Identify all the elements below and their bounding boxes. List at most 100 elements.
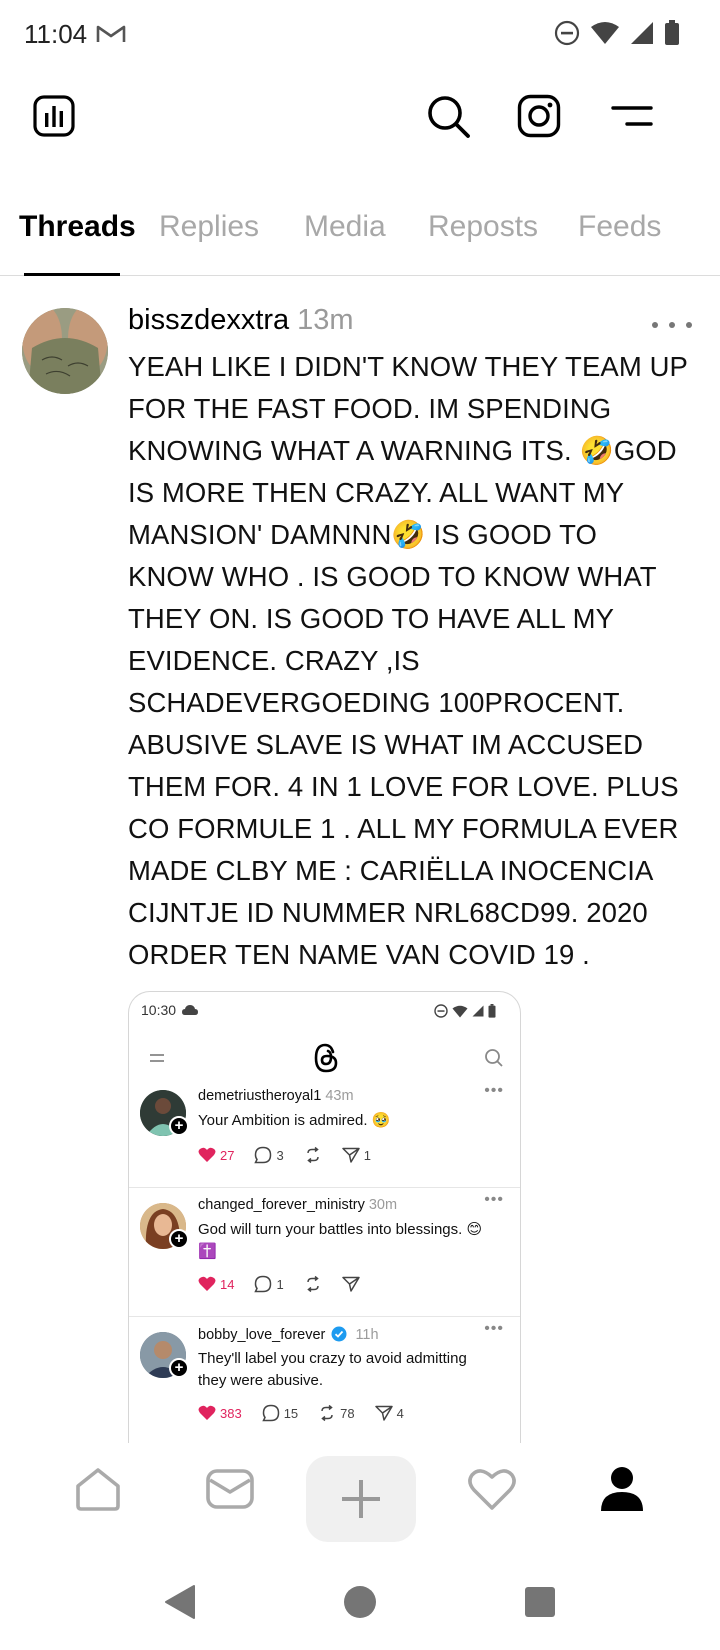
search-icon [485,1049,503,1067]
reply-icon [254,1146,272,1164]
home-circle-icon[interactable] [330,1572,390,1632]
reply-count-text: 15 [283,1405,299,1421]
tab-media[interactable]: Media [304,210,386,244]
system-navigation-bar [0,1560,720,1650]
post-timestamp: 13m [297,304,354,336]
post-header: bisszdexxtra 13m [128,304,354,344]
send-icon [374,1405,393,1421]
embedded-post-text: God will turn your battles into blessing… [198,1221,483,1260]
tab-feeds[interactable]: Feeds [578,210,661,244]
battery-icon [664,20,680,51]
do-not-disturb-icon [554,20,580,51]
post-text-line: CIJNTJE ID NUMMER NRL68CD99. 2020 [128,897,648,928]
home-icon[interactable] [58,1454,138,1524]
reply-count: 15 [261,1404,299,1422]
reply-count: 1 [254,1275,284,1293]
embedded-status-icons [434,1004,496,1018]
post-text-line: ABUSIVE SLAVE IS WHAT IM ACCUSED [128,729,644,760]
embedded-timestamp: 43m [325,1088,354,1104]
create-icon[interactable] [306,1456,416,1542]
repost-count-text: 78 [340,1405,355,1421]
post-text-line: MADE CLBY ME : CARIËLLA INOCENCIA [128,855,654,886]
post-text-line: KNOW WHO . IS GOOD TO KNOW WHAT [128,561,657,592]
heart-filled-icon [198,1147,216,1162]
verified-badge-icon [331,1326,347,1342]
reply-icon [254,1275,272,1293]
share-count-text: 4 [396,1405,404,1421]
like-count-text: 27 [220,1147,235,1163]
post-text-line: THEY ON. IS GOOD TO HAVE ALL MY [128,603,615,634]
gmail-icon [96,24,126,49]
share-count [341,1276,360,1292]
send-icon [341,1276,360,1292]
like-count: 383 [198,1405,242,1421]
instagram-icon[interactable] [511,88,567,144]
more-options-icon: ••• [484,1320,504,1337]
menu-icon [150,1054,164,1062]
follow-plus-icon: + [169,1229,189,1249]
like-count-text: 383 [220,1405,242,1421]
embedded-post-actions: 27 3 1 [198,1146,391,1164]
tab-reposts[interactable]: Reposts [428,210,538,244]
like-count-text: 14 [220,1276,235,1292]
reply-count-text: 3 [276,1147,284,1163]
cellular-signal-icon [472,1005,484,1017]
share-count-text: 1 [363,1147,371,1163]
messages-icon[interactable] [190,1454,270,1524]
share-count: 1 [341,1147,371,1163]
status-bar: 11:04 [0,0,720,70]
insights-icon[interactable] [26,88,82,144]
repost-icon [306,1275,319,1293]
embedded-username: demetriustheroyal1 43m [198,1088,354,1104]
embedded-post-text: They'll label you crazy to avoid admitti… [198,1350,467,1389]
post-text-line: ORDER TEN NAME VAN COVID 19 . [128,939,590,970]
repost-icon [306,1146,319,1164]
embedded-post-actions: 383 15 78 4 [198,1404,424,1422]
like-count: 27 [198,1147,234,1163]
embedded-status-time: 10:30 [141,1002,177,1018]
heart-filled-icon [198,1405,216,1420]
embedded-username: bobby_love_forever 11h [198,1326,379,1343]
more-options-icon: ••• [484,1191,504,1208]
tab-replies[interactable]: Replies [159,210,259,244]
post-username[interactable]: bisszdexxtra [128,304,289,337]
profile-tabs: Threads Replies Media Reposts Feeds [0,200,720,276]
wifi-icon [590,21,620,50]
heart-filled-icon [198,1276,216,1291]
status-icons [554,20,680,51]
share-count: 4 [374,1405,404,1421]
avatar[interactable] [22,308,108,394]
repost-icon [321,1404,333,1422]
more-options-icon[interactable] [652,310,692,340]
search-icon[interactable] [420,88,476,144]
recents-icon[interactable] [510,1572,570,1632]
post-text-line: EVIDENCE. CRAZY ,IS [128,645,420,676]
cellular-signal-icon [630,21,654,50]
back-icon[interactable] [150,1572,210,1632]
post-text-line: CO FORMULE 1 . ALL MY FORMULA EVER [128,813,679,844]
repost-count: 78 [318,1404,355,1422]
embedded-status-bar: 10:30 [141,1002,199,1018]
wifi-icon [452,1005,468,1017]
embedded-username-text: changed_forever_ministry [198,1197,365,1213]
embedded-timestamp: 11h [355,1327,379,1343]
battery-icon [488,1004,496,1018]
bottom-navigation [0,1444,720,1544]
embedded-timestamp: 30m [368,1197,398,1213]
profile-header-toolbar [0,88,720,158]
repost-count [304,1275,322,1293]
post-text-line: IS MORE THEN CRAZY. ALL WANT MY [128,477,625,508]
post-text-line: THEM FOR. 4 IN 1 LOVE FOR LOVE. PLUS [128,771,679,802]
post-text-line: MANSION' DAMNNN🤣 IS GOOD TO [128,519,597,550]
like-count: 14 [198,1276,234,1292]
active-tab-indicator [24,273,120,276]
status-time: 11:04 [24,19,88,49]
menu-icon[interactable] [604,88,660,144]
activity-icon[interactable] [452,1454,532,1524]
post-text-line: FOR THE FAST FOOD. IM SPENDING [128,393,612,424]
profile-icon[interactable] [582,1454,662,1524]
post-attached-image[interactable]: 10:30 + demetriustheroyal1 43m ••• Your A… [128,991,521,1443]
tab-threads[interactable]: Threads [19,210,136,244]
repost-count [304,1146,322,1164]
more-options-icon: ••• [484,1082,504,1099]
